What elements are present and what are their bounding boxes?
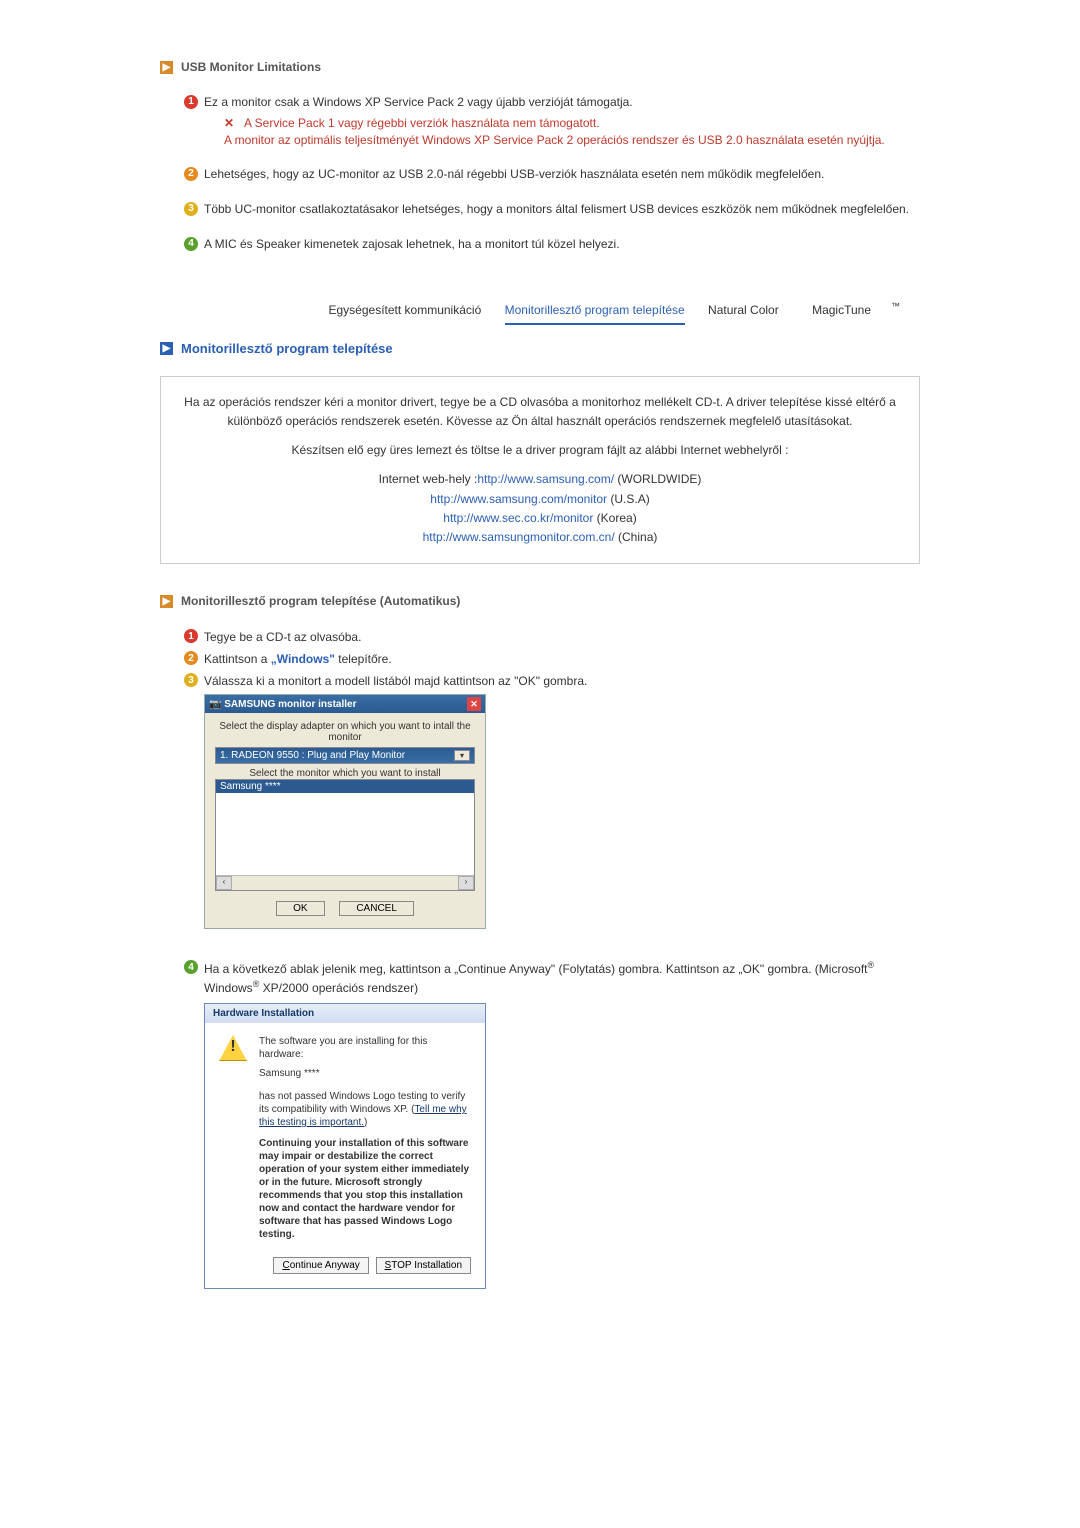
section-title: Monitorillesztő program telepítése (Auto… bbox=[181, 594, 460, 608]
x-icon: ✕ bbox=[224, 115, 238, 132]
continue-anyway-button[interactable]: Continue Anyway bbox=[273, 1257, 368, 1274]
num-badge-3: 3 bbox=[184, 202, 198, 216]
tab-natural-color[interactable]: Natural Color bbox=[708, 303, 779, 317]
section-usb-limitations-header: ▶ USB Monitor Limitations bbox=[160, 60, 920, 74]
monitor-list[interactable]: Samsung **** ‹ › bbox=[215, 779, 475, 891]
tab-driver-install[interactable]: Monitorillesztő program telepítése bbox=[505, 303, 685, 325]
limitation-item: 1 Ez a monitor csak a Windows XP Service… bbox=[184, 94, 920, 148]
link-samsung-korea[interactable]: http://www.sec.co.kr/monitor bbox=[443, 511, 593, 525]
hardware-installation-dialog: Hardware Installation ! The software you… bbox=[204, 1003, 486, 1289]
num-badge-1: 1 bbox=[184, 95, 198, 109]
tab-bar: Egységesített kommunikáció Monitorillesz… bbox=[160, 301, 920, 317]
num-badge-4: 4 bbox=[184, 237, 198, 251]
dialog-titlebar: Hardware Installation bbox=[205, 1004, 485, 1023]
adapter-combo[interactable]: 1. RADEON 9550 : Plug and Play Monitor ▾ bbox=[215, 747, 475, 764]
info-box: Ha az operációs rendszer kéri a monitor … bbox=[160, 376, 920, 564]
step-item: 2 Kattintson a „Windows" telepítőre. bbox=[184, 650, 920, 668]
list-item[interactable]: Samsung **** bbox=[216, 780, 474, 793]
dialog-titlebar: 📷 SAMSUNG monitor installer ✕ bbox=[205, 695, 485, 713]
tab-unified-comm[interactable]: Egységesített kommunikáció bbox=[329, 303, 482, 317]
num-badge-4: 4 bbox=[184, 960, 198, 974]
arrow-icon: ▶ bbox=[160, 342, 173, 355]
dialog-instruction: Select the monitor which you want to ins… bbox=[215, 768, 475, 779]
arrow-icon: ▶ bbox=[160, 595, 173, 608]
step-item: 3 Válassza ki a monitort a modell listáb… bbox=[184, 672, 920, 690]
ok-button[interactable]: OK bbox=[276, 901, 324, 916]
scroll-right-icon[interactable]: › bbox=[458, 876, 474, 890]
limitation-item: 4 A MIC és Speaker kimenetek zajosak leh… bbox=[184, 236, 920, 253]
limitation-item: 2 Lehetséges, hogy az UC-monitor az USB … bbox=[184, 166, 920, 183]
windows-link[interactable]: „Windows" bbox=[271, 652, 335, 666]
stop-installation-button[interactable]: STOP Installation bbox=[376, 1257, 471, 1274]
chevron-down-icon[interactable]: ▾ bbox=[454, 750, 470, 761]
limitation-item: 3 Több UC-monitor csatlakoztatásakor leh… bbox=[184, 201, 920, 218]
installer-dialog: 📷 SAMSUNG monitor installer ✕ Select the… bbox=[204, 694, 486, 929]
link-samsung-usa[interactable]: http://www.samsung.com/monitor bbox=[430, 492, 607, 506]
section-title: USB Monitor Limitations bbox=[181, 60, 321, 74]
link-samsung-china[interactable]: http://www.samsungmonitor.com.cn/ bbox=[423, 530, 615, 544]
warning-icon: ! bbox=[219, 1035, 247, 1061]
link-samsung-worldwide[interactable]: http://www.samsung.com/ bbox=[477, 472, 614, 486]
close-icon[interactable]: ✕ bbox=[467, 697, 481, 711]
section-title: Monitorillesztő program telepítése bbox=[181, 341, 393, 356]
scroll-left-icon[interactable]: ‹ bbox=[216, 876, 232, 890]
num-badge-3: 3 bbox=[184, 673, 198, 687]
section-driver-install-header: ▶ Monitorillesztő program telepítése bbox=[160, 341, 920, 356]
step-item: 4 Ha a következő ablak jelenik meg, katt… bbox=[184, 959, 920, 997]
scrollbar[interactable]: ‹ › bbox=[216, 875, 474, 890]
dialog-instruction: Select the display adapter on which you … bbox=[215, 721, 475, 743]
step-item: 1 Tegye be a CD-t az olvasóba. bbox=[184, 628, 920, 646]
tab-magictune[interactable]: MagicTune™ bbox=[802, 303, 910, 317]
num-badge-2: 2 bbox=[184, 651, 198, 665]
num-badge-2: 2 bbox=[184, 167, 198, 181]
num-badge-1: 1 bbox=[184, 629, 198, 643]
section-auto-install-header: ▶ Monitorillesztő program telepítése (Au… bbox=[160, 594, 920, 608]
cancel-button[interactable]: CANCEL bbox=[339, 901, 414, 916]
arrow-icon: ▶ bbox=[160, 61, 173, 74]
